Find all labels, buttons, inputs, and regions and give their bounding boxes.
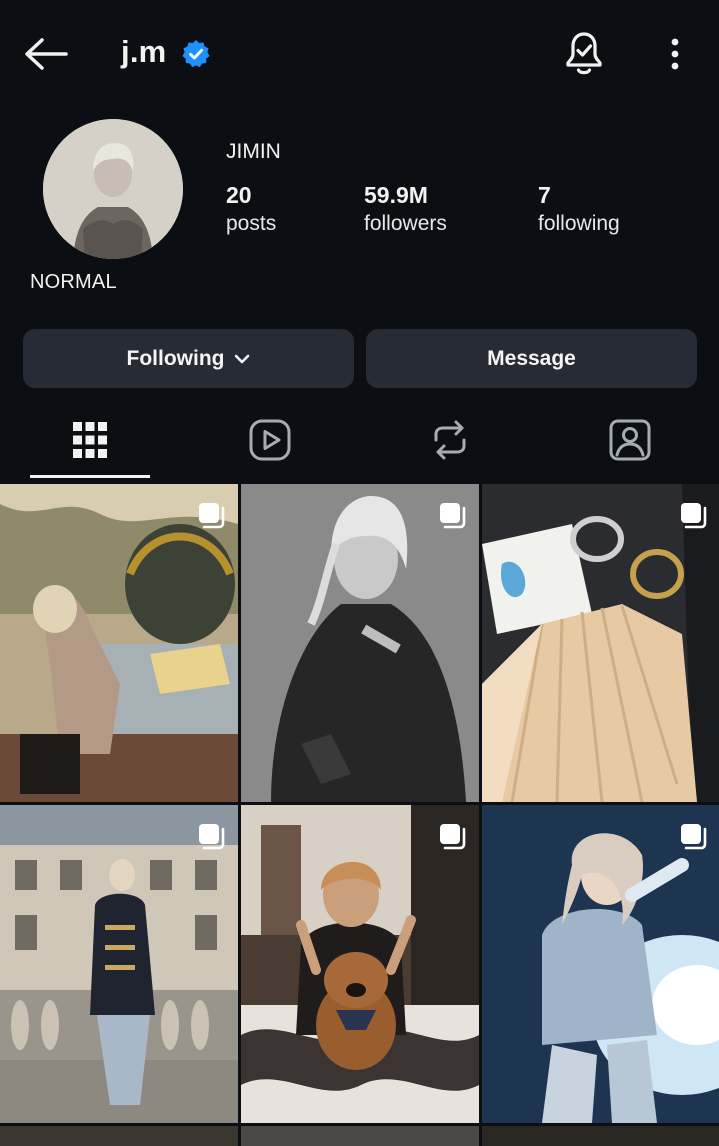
multiple-photos-icon <box>681 824 707 850</box>
stat-following-label: following <box>538 212 620 235</box>
stat-followers[interactable]: 59.9M followers <box>364 181 447 239</box>
avatar-image <box>43 119 183 259</box>
stat-following[interactable]: 7 following <box>538 181 620 239</box>
post-image <box>482 484 719 802</box>
post-image <box>241 484 479 802</box>
post-thumbnail[interactable] <box>0 484 238 802</box>
tab-tagged[interactable] <box>570 408 690 472</box>
chevron-down-icon <box>235 354 250 363</box>
post-image <box>482 805 719 1123</box>
display-name: JIMIN <box>226 140 281 163</box>
profile-avatar[interactable] <box>43 119 183 259</box>
multiple-photos-icon <box>199 503 225 529</box>
grid-icon <box>73 422 107 458</box>
post-thumbnail[interactable] <box>0 805 238 1123</box>
multiple-photos-icon <box>199 824 225 850</box>
profile-tabs <box>0 400 719 480</box>
stat-posts[interactable]: 20 posts <box>226 181 276 239</box>
selected-tab-indicator <box>30 475 150 478</box>
post-thumbnail[interactable] <box>482 1126 719 1146</box>
stat-followers-value: 59.9M <box>364 182 428 208</box>
post-thumbnail[interactable] <box>0 1126 238 1146</box>
stat-followers-label: followers <box>364 212 447 235</box>
post-image <box>241 805 479 1123</box>
tab-posts-grid[interactable] <box>30 408 150 472</box>
bell-check-icon[interactable] <box>561 29 607 77</box>
multiple-photos-icon <box>440 503 466 529</box>
profile-username: j.m <box>121 34 167 69</box>
post-image <box>0 1126 238 1146</box>
post-thumbnail[interactable] <box>241 484 479 802</box>
tagged-icon <box>609 419 651 461</box>
back-arrow-icon[interactable] <box>22 34 70 74</box>
profile-bio: NORMAL <box>30 271 117 293</box>
multiple-photos-icon <box>440 824 466 850</box>
message-button[interactable]: Message <box>366 329 697 388</box>
tab-reposts[interactable] <box>390 408 510 472</box>
reels-icon <box>249 419 291 461</box>
top-bar: j.m <box>0 0 719 108</box>
post-thumbnail[interactable] <box>241 805 479 1123</box>
post-thumbnail[interactable] <box>241 1126 479 1146</box>
post-image <box>0 805 238 1123</box>
stat-following-value: 7 <box>538 182 551 208</box>
more-vertical-icon[interactable] <box>660 34 690 74</box>
stat-posts-label: posts <box>226 212 277 235</box>
post-thumbnail[interactable] <box>482 484 719 802</box>
post-image <box>0 484 238 802</box>
following-button-label: Following <box>126 346 225 370</box>
post-image <box>482 1126 719 1146</box>
following-button[interactable]: Following <box>23 329 354 388</box>
reposts-icon <box>434 420 466 460</box>
verified-badge-icon <box>182 40 210 68</box>
tab-reels[interactable] <box>210 408 330 472</box>
post-thumbnail[interactable] <box>482 805 719 1123</box>
multiple-photos-icon <box>681 503 707 529</box>
message-button-label: Message <box>487 346 576 370</box>
stat-posts-value: 20 <box>226 182 252 208</box>
post-image <box>241 1126 479 1146</box>
